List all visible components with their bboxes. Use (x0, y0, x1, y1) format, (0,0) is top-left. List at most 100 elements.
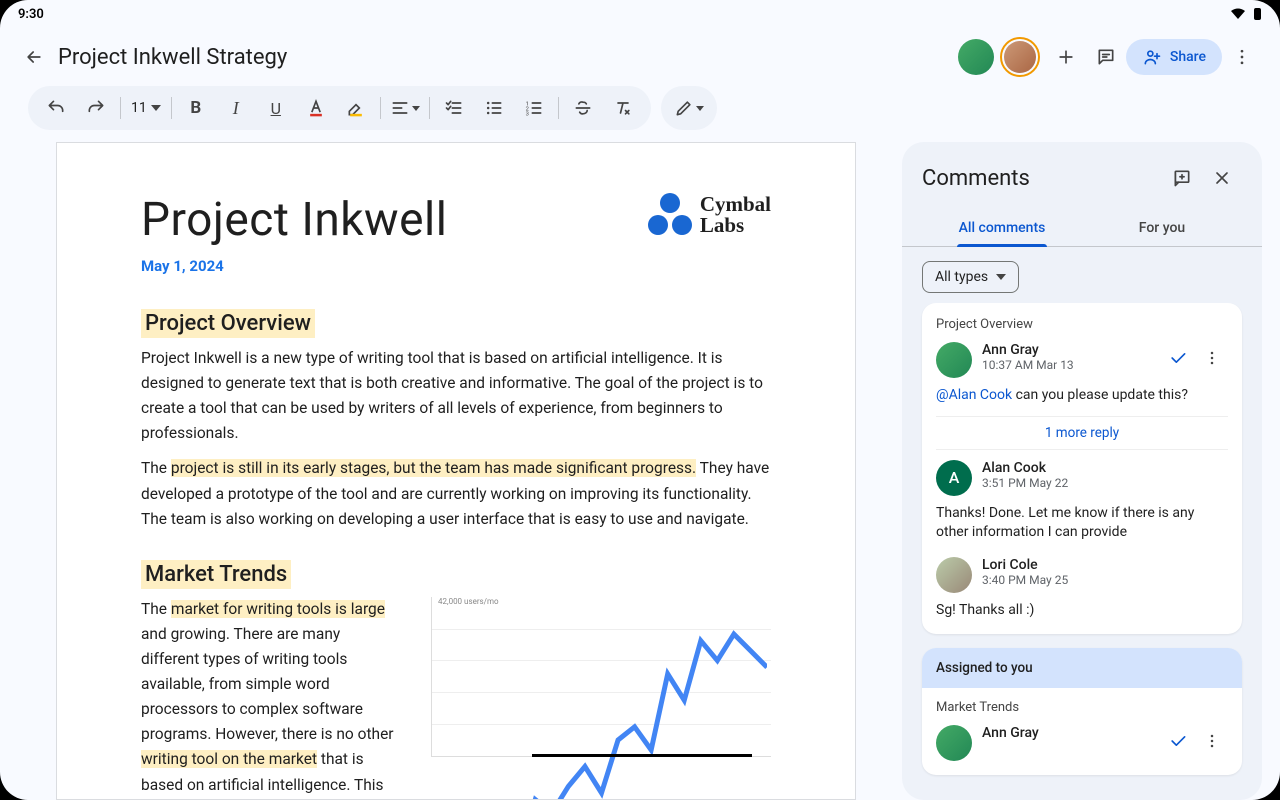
highlighted-text[interactable]: project is still in its early stages, bu… (171, 459, 696, 477)
paragraph[interactable]: The project is still in its early stages… (141, 456, 771, 531)
comment-body: @Alan Cook can you please update this? (936, 386, 1228, 406)
more-replies-link[interactable]: 1 more reply (936, 416, 1228, 450)
resolve-button[interactable] (1162, 342, 1194, 374)
add-comment-button[interactable] (1162, 158, 1202, 198)
status-icons (1230, 7, 1262, 22)
paragraph[interactable]: Project Inkwell is a new type of writing… (141, 346, 771, 446)
add-collaborator-button[interactable] (1046, 37, 1086, 77)
close-panel-button[interactable] (1202, 158, 1242, 198)
avatar: A (936, 460, 972, 496)
comment-author: Ann Gray (982, 725, 1152, 741)
back-button[interactable] (14, 37, 54, 77)
mention[interactable]: @Alan Cook (936, 387, 1012, 403)
redo-icon (86, 98, 106, 118)
comment-timestamp: 10:37 AM Mar 13 (982, 358, 1152, 372)
text-color-button[interactable] (296, 88, 336, 128)
avatar (936, 342, 972, 378)
text-color-icon (306, 98, 326, 118)
doc-date[interactable]: May 1, 2024 (141, 257, 447, 275)
clear-format-icon (613, 98, 633, 118)
paragraph[interactable]: The market for writing tools is large an… (141, 597, 401, 800)
bullet-list-button[interactable] (474, 88, 514, 128)
numbered-list-button[interactable]: 123 (514, 88, 554, 128)
filter-types-chip[interactable]: All types (922, 261, 1019, 293)
avatar[interactable] (958, 39, 994, 75)
comment-thread-assigned[interactable]: Assigned to you Market Trends Ann Gray (922, 648, 1242, 775)
arrow-back-icon (24, 47, 44, 67)
avatar-active[interactable] (1000, 37, 1040, 77)
close-icon (1212, 168, 1232, 188)
align-icon (390, 98, 410, 118)
checklist-icon (444, 98, 464, 118)
chart-line-icon (436, 601, 767, 800)
thread-reference: Project Overview (936, 317, 1228, 332)
bold-button[interactable]: B (176, 88, 216, 128)
plus-icon (1056, 47, 1076, 67)
doc-title[interactable]: Project Inkwell (141, 193, 447, 247)
align-button[interactable] (385, 88, 425, 128)
comments-button[interactable] (1086, 37, 1126, 77)
more-vert-icon (1202, 731, 1222, 751)
section-heading[interactable]: Project Overview (141, 309, 315, 338)
assigned-badge: Assigned to you (922, 648, 1242, 688)
checklist-button[interactable] (434, 88, 474, 128)
status-time: 9:30 (18, 7, 44, 22)
avatar (936, 725, 972, 761)
edit-mode-group (661, 86, 717, 130)
highlight-button[interactable] (336, 88, 376, 128)
highlighted-text[interactable]: writing tool on the market (141, 750, 317, 768)
resolve-button[interactable] (1162, 725, 1194, 757)
section-heading[interactable]: Market Trends (141, 560, 291, 589)
tab-for-you[interactable]: For you (1082, 210, 1242, 246)
person-add-icon (1142, 47, 1162, 67)
thread-reference: Market Trends (936, 700, 1228, 715)
italic-button[interactable]: I (216, 88, 256, 128)
brand-logo: CymbalLabs (648, 193, 771, 237)
font-size-selector[interactable]: 11 (125, 100, 167, 116)
wifi-icon (1230, 8, 1246, 20)
comment-menu-button[interactable] (1196, 725, 1228, 757)
document-page[interactable]: Project Inkwell May 1, 2024 CymbalLabs P… (56, 142, 856, 800)
tab-all-comments[interactable]: All comments (922, 210, 1082, 246)
comment-timestamp: 3:40 PM May 25 (982, 573, 1228, 587)
caret-down-icon (412, 106, 420, 111)
more-vert-icon (1232, 47, 1252, 67)
strikethrough-icon (573, 98, 593, 118)
document-title-header[interactable]: Project Inkwell Strategy (58, 45, 287, 70)
highlighted-text[interactable]: market for writing tools is large (171, 600, 385, 618)
filter-label: All types (935, 269, 988, 285)
comment-body: Sg! Thanks all :) (936, 601, 1228, 621)
comment-icon (1096, 47, 1116, 67)
comment-menu-button[interactable] (1196, 342, 1228, 374)
more-menu-button[interactable] (1222, 37, 1262, 77)
brand-line1: Cymbal (700, 194, 771, 215)
more-vert-icon (1202, 348, 1222, 368)
bullet-list-icon (484, 98, 504, 118)
comment-author: Ann Gray (982, 342, 1152, 358)
comment-timestamp: 3:51 PM May 22 (982, 476, 1228, 490)
add-comment-icon (1172, 168, 1192, 188)
undo-button[interactable] (36, 88, 76, 128)
brand-line2: Labs (700, 215, 771, 236)
caret-down-icon (696, 106, 704, 111)
highlight-icon (346, 98, 366, 118)
battery-icon (1253, 7, 1262, 21)
clear-formatting-button[interactable] (603, 88, 643, 128)
collaborator-avatars[interactable] (958, 37, 1040, 77)
comment-body: Thanks! Done. Let me know if there is an… (936, 504, 1228, 543)
share-button[interactable]: Share (1126, 39, 1222, 75)
underline-button[interactable]: U (256, 88, 296, 128)
edit-mode-button[interactable] (669, 88, 709, 128)
check-icon (1168, 348, 1188, 368)
strikethrough-button[interactable] (563, 88, 603, 128)
svg-text:3: 3 (525, 112, 528, 118)
formatting-toolbar: 11 B I U 123 (28, 86, 651, 130)
comment-author: Alan Cook (982, 460, 1228, 476)
font-size-value: 11 (131, 100, 147, 116)
panel-title: Comments (922, 166, 1162, 191)
redo-button[interactable] (76, 88, 116, 128)
pencil-icon (674, 98, 694, 118)
caret-down-icon (996, 274, 1006, 280)
comment-thread[interactable]: Project Overview Ann Gray 10:37 AM Mar 1… (922, 303, 1242, 634)
logo-mark-icon (648, 193, 692, 237)
